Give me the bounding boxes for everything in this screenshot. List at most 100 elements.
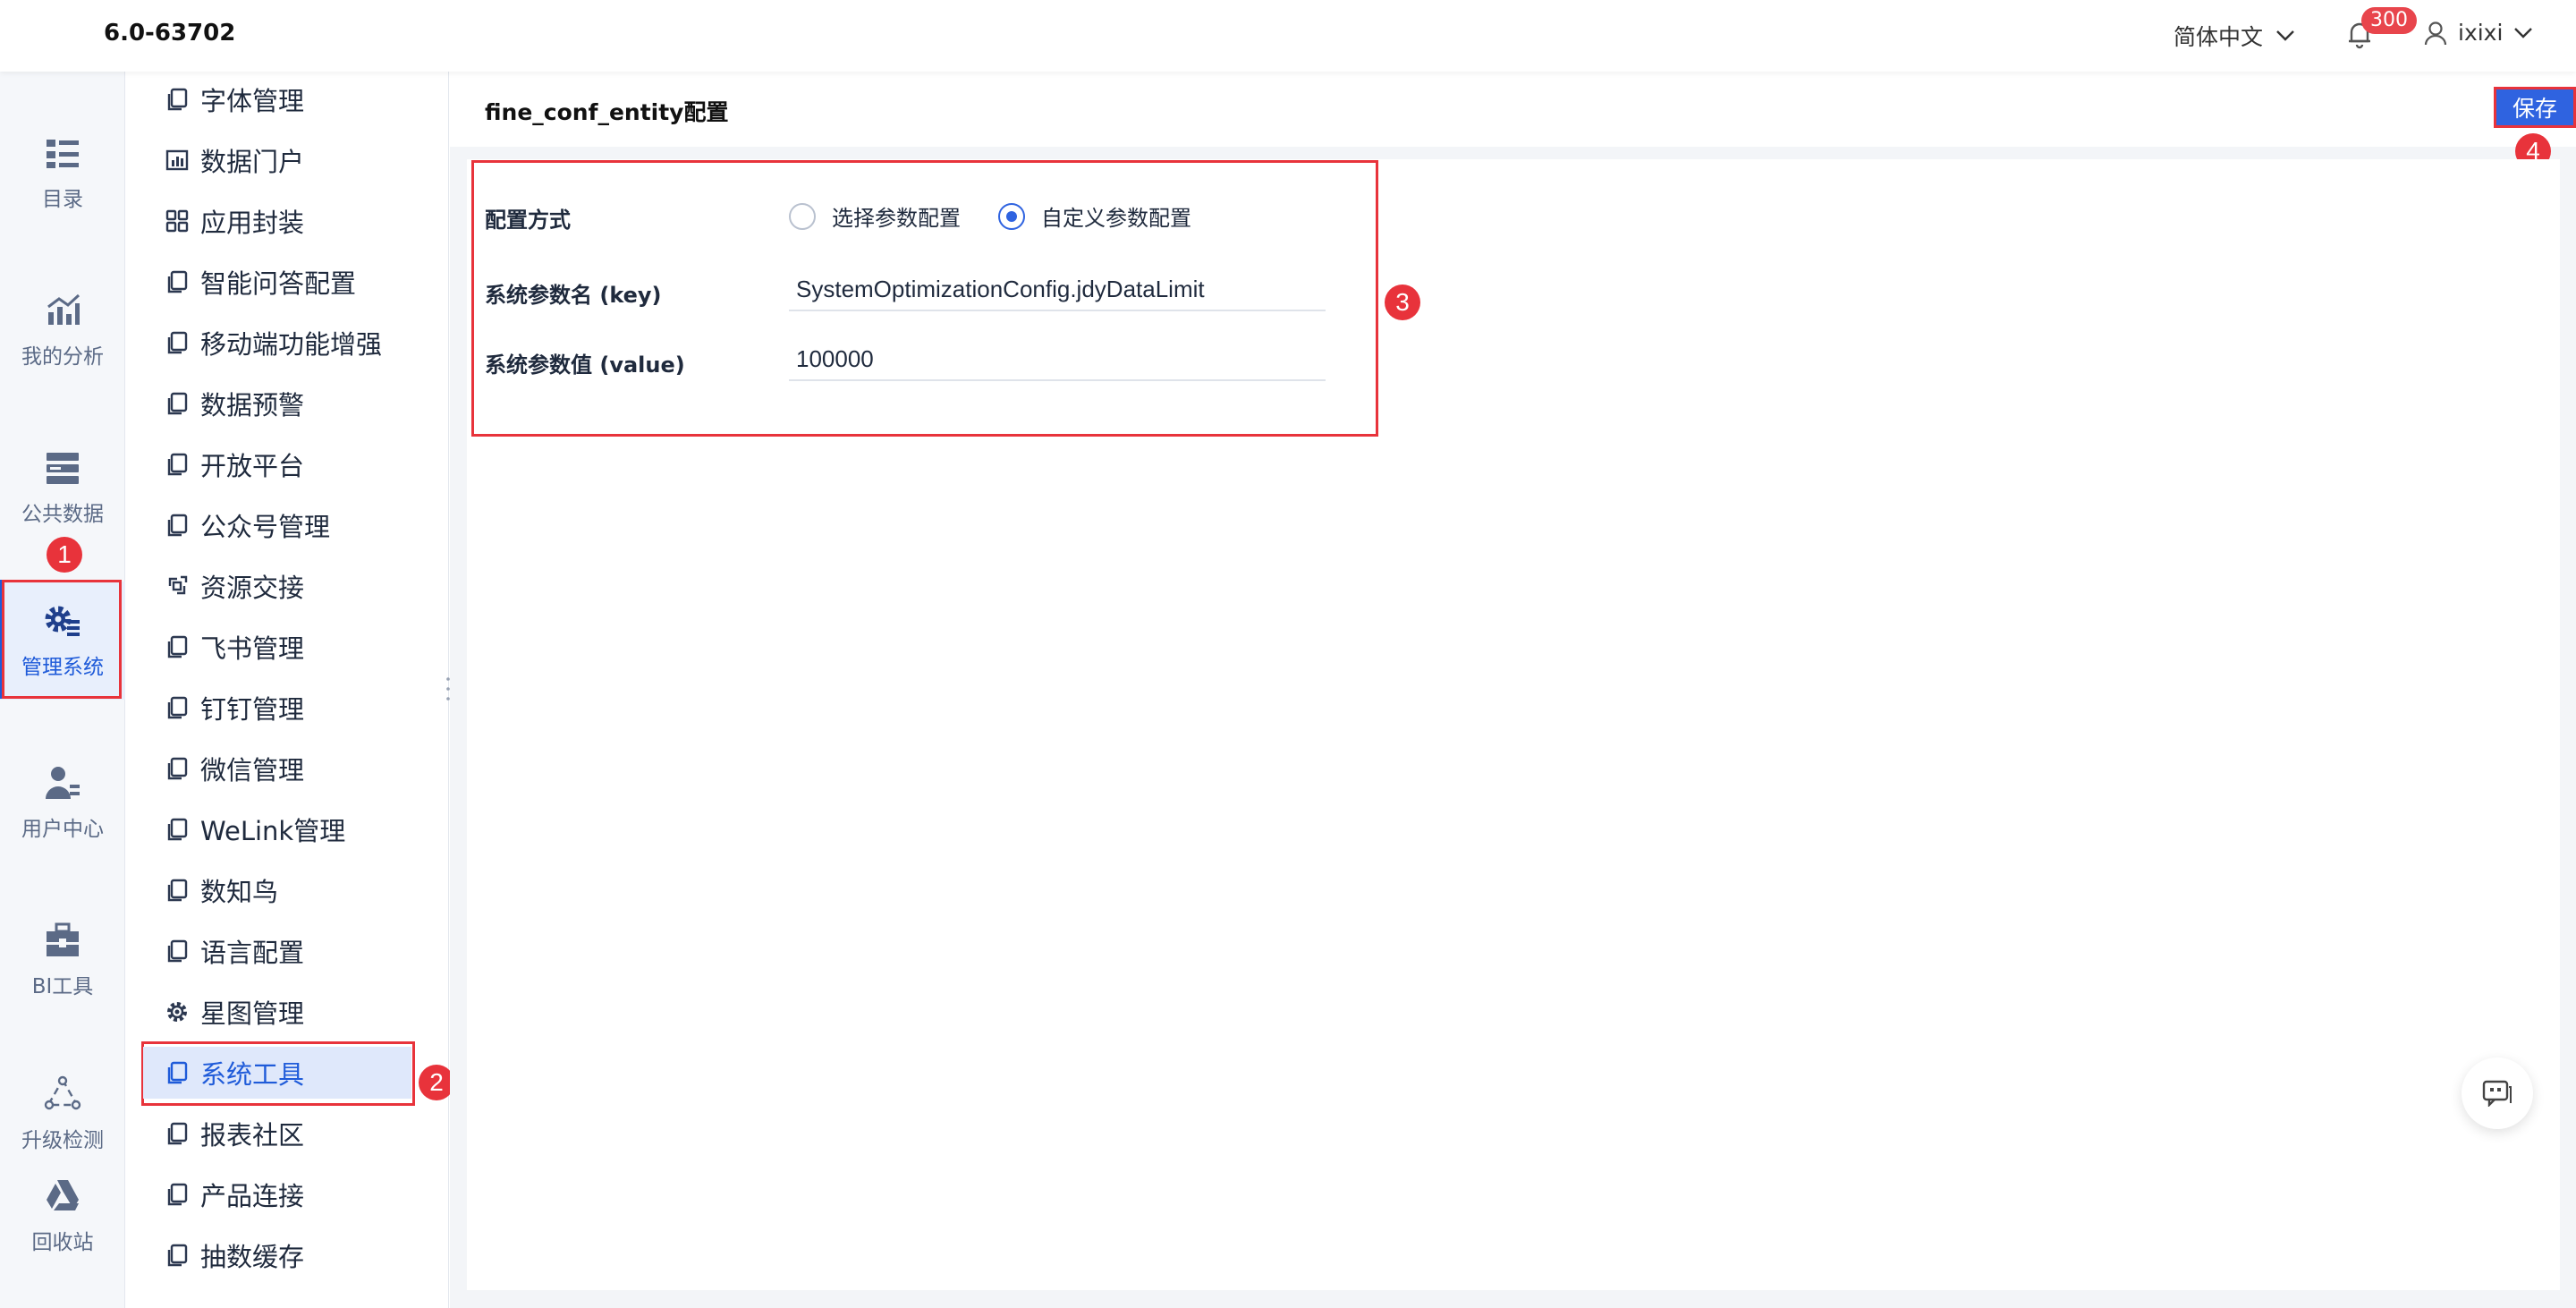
menu-item[interactable]: 产品连接 <box>143 1168 411 1220</box>
save-button[interactable]: 保存 <box>2494 87 2576 128</box>
menu-item[interactable]: 字体管理 <box>143 73 411 125</box>
rail-item-label: BI工具 <box>31 975 94 998</box>
copy-icon <box>167 818 188 841</box>
highlight-box-form <box>471 160 1378 437</box>
user-icon <box>2424 21 2447 45</box>
gear-icon <box>167 1002 187 1022</box>
rail-item-label: 目录 <box>42 188 83 211</box>
language-selector[interactable]: 简体中文 <box>2174 20 2295 52</box>
rail-item-my-analysis[interactable]: 我的分析 <box>0 272 125 388</box>
copy-icon <box>167 270 188 293</box>
recycle-bin-icon <box>47 1180 79 1210</box>
annotation-marker-1: 1 <box>47 537 82 573</box>
menu-item-label: 字体管理 <box>200 86 305 116</box>
rail-item-recycle-bin[interactable]: 回收站 <box>0 1158 125 1274</box>
menu-item-label: 产品连接 <box>200 1181 305 1211</box>
menu-item[interactable]: 钉钉管理 <box>143 682 411 734</box>
menu-item[interactable]: 开放平台 <box>143 438 411 490</box>
menu-item-label: 移动端功能增强 <box>200 329 383 360</box>
menu-item[interactable]: 报表社区 <box>143 1108 411 1159</box>
chevron-down-icon <box>2514 27 2533 38</box>
menu-item[interactable]: 系统工具 <box>143 1047 411 1099</box>
menu-item-label: 抽数缓存 <box>200 1242 305 1272</box>
copy-icon <box>167 331 188 354</box>
chevron-down-icon <box>2276 30 2294 41</box>
annotation-marker-2: 2 <box>419 1065 454 1100</box>
upgrade-detect-icon <box>44 1075 81 1110</box>
page-title: fine_conf_entity配置 <box>485 99 729 125</box>
menu-item-label: 系统工具 <box>200 1059 305 1090</box>
catalog-icon <box>47 140 79 168</box>
copy-icon <box>167 635 188 658</box>
menu-item[interactable]: 抽数缓存 <box>143 1229 411 1281</box>
menu-item-label: WeLink管理 <box>200 816 346 846</box>
copy-icon <box>167 1061 188 1084</box>
copy-icon <box>167 392 188 415</box>
menu-item-label: 开放平台 <box>200 451 305 481</box>
menu-item-label: 飞书管理 <box>200 633 305 664</box>
menu-item-label: 微信管理 <box>200 755 305 786</box>
copy-icon <box>167 1244 188 1267</box>
menu-item-label: 报表社区 <box>200 1120 305 1151</box>
resource-handover-icon <box>168 575 188 595</box>
user-menu[interactable]: ixixi <box>2424 20 2533 46</box>
menu-item-label: 公众号管理 <box>200 512 331 542</box>
menu-item[interactable]: 微信管理 <box>143 743 411 794</box>
menu-item-label: 钉钉管理 <box>200 694 305 725</box>
menu-item-label: 资源交接 <box>200 573 305 603</box>
menu-item[interactable]: 语言配置 <box>143 925 411 977</box>
chat-bubble-icon <box>2482 1080 2512 1107</box>
rail-item-user-center[interactable]: 用户中心 <box>0 744 125 861</box>
menu-item[interactable]: 资源交接 <box>143 560 411 612</box>
version-label: 6.0-63702 <box>104 20 236 47</box>
data-portal-icon <box>165 149 189 171</box>
rail-item-label: 我的分析 <box>21 345 104 369</box>
rail-item-label: 公共数据 <box>21 503 104 526</box>
menu-item-label: 语言配置 <box>200 938 305 968</box>
copy-icon <box>167 453 188 476</box>
rail-item-label: 用户中心 <box>21 818 104 841</box>
public-data-icon <box>47 453 79 484</box>
chat-assistant-button[interactable] <box>2462 1057 2533 1129</box>
copy-icon <box>167 696 188 719</box>
menu-item-label: 应用封装 <box>200 208 305 238</box>
menu-item-label: 数据门户 <box>200 147 305 177</box>
notification-count-badge: 300 <box>2361 7 2417 34</box>
language-label: 简体中文 <box>2174 24 2264 50</box>
copy-icon <box>167 88 188 111</box>
rail-item-upgrade-detect[interactable]: 升级检测 <box>0 1056 125 1172</box>
menu-item[interactable]: 数据预警 <box>143 378 411 429</box>
copy-icon <box>167 757 188 780</box>
menu-item[interactable]: 飞书管理 <box>143 621 411 673</box>
menu-item[interactable]: 星图管理 <box>143 986 411 1038</box>
menu-item[interactable]: 移动端功能增强 <box>143 317 411 369</box>
menu-item[interactable]: 智能问答配置 <box>143 256 411 308</box>
app-grid-icon <box>165 209 189 233</box>
rail-item-bi-tools[interactable]: BI工具 <box>0 902 125 1018</box>
menu-item-label: 数据预警 <box>200 390 305 420</box>
menu-item-label: 星图管理 <box>200 998 305 1029</box>
menu-item-label: 数知鸟 <box>200 877 279 907</box>
username: ixixi <box>2458 20 2504 46</box>
menu-item[interactable]: WeLink管理 <box>143 803 411 855</box>
copy-icon <box>167 939 188 963</box>
highlight-box-management <box>2 580 122 699</box>
menu-item[interactable]: 应用封装 <box>143 195 411 247</box>
top-bar: 6.0-63702 简体中文 300 ixixi <box>0 0 2576 72</box>
menu-item-label: 智能问答配置 <box>200 268 357 299</box>
copy-icon <box>167 879 188 902</box>
copy-icon <box>167 1122 188 1145</box>
menu-item[interactable]: 数知鸟 <box>143 864 411 916</box>
analysis-chart-icon <box>47 293 80 325</box>
annotation-marker-3: 3 <box>1385 285 1420 320</box>
menu-item[interactable]: 公众号管理 <box>143 499 411 551</box>
copy-icon <box>167 514 188 537</box>
content-header <box>450 72 2576 147</box>
rail-item-label: 回收站 <box>31 1231 94 1254</box>
menu-item[interactable]: 数据门户 <box>143 134 411 186</box>
copy-icon <box>167 1183 188 1206</box>
toolbox-icon <box>47 922 79 956</box>
rail-item-label: 升级检测 <box>21 1129 104 1152</box>
rail-item-public-data[interactable]: 公共数据 <box>0 429 125 546</box>
rail-item-catalog[interactable]: 目录 <box>0 115 125 231</box>
